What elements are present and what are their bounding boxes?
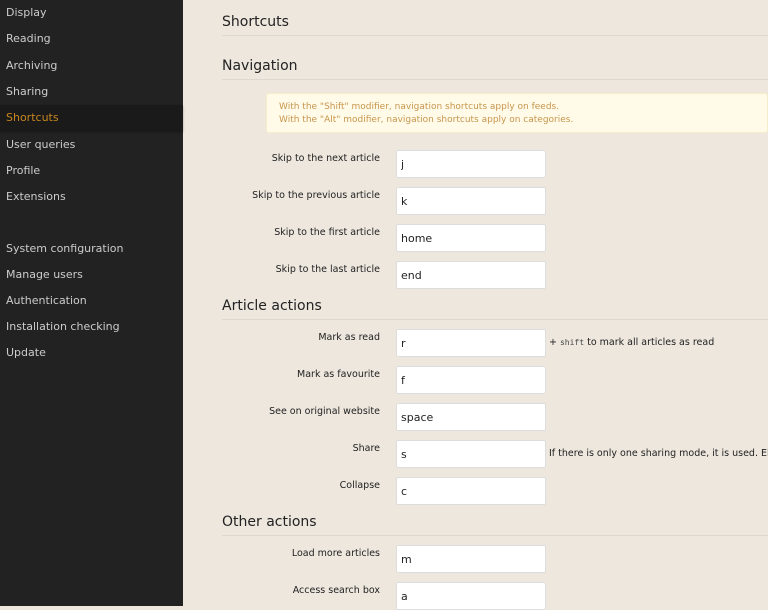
previous-article-input[interactable] — [396, 187, 546, 215]
shortcut-row-mark-favourite: Mark as favourite — [183, 366, 768, 394]
mark-favourite-input[interactable] — [396, 366, 546, 394]
main-content: Shortcuts Navigation With the "Shift" mo… — [183, 0, 768, 610]
sidebar-item-system-configuration[interactable]: System configuration — [0, 236, 183, 262]
first-article-input[interactable] — [396, 224, 546, 252]
field-label: Access search box — [292, 585, 380, 596]
shift-key: shift — [559, 338, 585, 347]
share-input[interactable] — [396, 440, 546, 468]
section-heading-navigation: Navigation — [222, 58, 768, 80]
field-label: Skip to the last article — [275, 264, 380, 275]
field-label: Mark as favourite — [297, 369, 380, 380]
field-label: See on original website — [269, 406, 380, 417]
page-title: Shortcuts — [222, 14, 768, 36]
shortcut-row-last-article: Skip to the last article — [183, 261, 768, 289]
field-label: Share — [352, 443, 380, 454]
mark-read-input[interactable] — [396, 329, 546, 357]
sidebar-item-extensions[interactable]: Extensions — [0, 184, 183, 210]
help-text: If there is only one sharing mode, it is… — [549, 448, 768, 459]
shortcut-row-load-more: Load more articles — [183, 545, 768, 573]
field-label: Skip to the next article — [271, 153, 380, 164]
field-label: Load more articles — [291, 548, 380, 559]
collapse-input[interactable] — [396, 477, 546, 505]
help-text: + shift to mark all articles as read — [549, 337, 715, 348]
shortcut-row-collapse: Collapse — [183, 477, 768, 505]
section-heading-article-actions: Article actions — [222, 298, 768, 320]
field-label: Mark as read — [318, 332, 380, 343]
sidebar-item-reading[interactable]: Reading — [0, 26, 183, 52]
shortcut-row-original-website: See on original website — [183, 403, 768, 431]
field-label: Collapse — [339, 480, 380, 491]
field-label: Skip to the previous article — [252, 190, 380, 201]
sidebar-item-profile[interactable]: Profile — [0, 158, 183, 184]
notice-line: With the "Alt" modifier, navigation shor… — [279, 115, 574, 125]
sidebar-item-archiving[interactable]: Archiving — [0, 53, 183, 79]
next-article-input[interactable] — [396, 150, 546, 178]
sidebar-item-manage-users[interactable]: Manage users — [0, 262, 183, 288]
shortcut-row-share: Share If there is only one sharing mode, … — [183, 440, 768, 468]
sidebar-item-shortcuts[interactable]: Shortcuts — [0, 105, 183, 131]
shortcut-row-mark-read: Mark as read + shift to mark all articles… — [183, 329, 768, 357]
load-more-input[interactable] — [396, 545, 546, 573]
field-label: Skip to the first article — [274, 227, 380, 238]
sidebar-item-sharing[interactable]: Sharing — [0, 79, 183, 105]
sidebar-item-update[interactable]: Update — [0, 340, 183, 366]
navigation-notice: With the "Shift" modifier, navigation sh… — [266, 93, 768, 133]
sidebar-item-installation-checking[interactable]: Installation checking — [0, 314, 183, 340]
shortcut-row-previous-article: Skip to the previous article — [183, 187, 768, 215]
sidebar: Display Reading Archiving Sharing Shortc… — [0, 0, 183, 606]
sidebar-item-user-queries[interactable]: User queries — [0, 132, 183, 158]
sidebar-item-display[interactable]: Display — [0, 0, 183, 26]
section-heading-other-actions: Other actions — [222, 514, 768, 536]
notice-line: With the "Shift" modifier, navigation sh… — [279, 102, 560, 112]
shortcut-row-first-article: Skip to the first article — [183, 224, 768, 252]
last-article-input[interactable] — [396, 261, 546, 289]
shortcut-row-next-article: Skip to the next article — [183, 150, 768, 178]
original-website-input[interactable] — [396, 403, 546, 431]
sidebar-item-authentication[interactable]: Authentication — [0, 288, 183, 314]
